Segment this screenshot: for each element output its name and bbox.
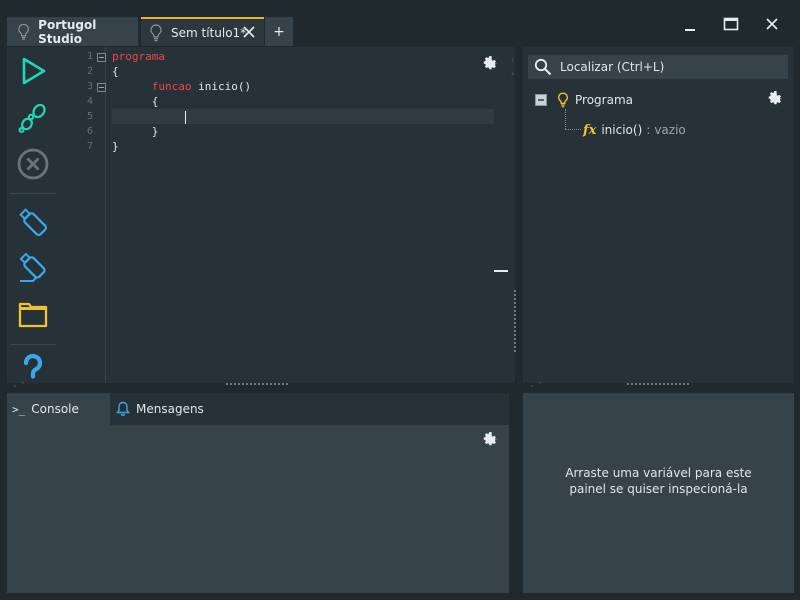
search-box[interactable]: Localizar (Ctrl+L) [528,55,788,79]
tab-home-label: Portugol Studio [38,17,97,46]
collapse-arrows-icon[interactable]: ⌄⌃ [529,381,545,389]
usb-drive-icon [19,208,48,237]
usb-drive-edit-icon [19,252,46,282]
horizontal-splitter[interactable] [627,383,689,385]
tab-file-label: Sem título1* [171,25,247,40]
code-line: } [112,124,494,139]
current-line [112,109,494,124]
footsteps-icon [18,103,46,133]
bell-icon [116,401,130,416]
inspector-hint: Arraste uma variável para este painel se… [523,465,794,497]
run-button[interactable] [15,53,51,89]
tree-item-inicio[interactable]: fx inicio() : vazio [583,121,686,139]
left-toolbar [7,47,59,383]
close-tab-icon[interactable] [242,25,256,39]
toolbar-divider [10,193,56,194]
folder-icon [18,302,48,328]
code-text: inicio() [191,80,252,93]
tab-console-label: Console [31,402,79,416]
function-icon: fx [583,122,597,138]
tree-connector [565,109,566,129]
code-line: funcao inicio() [112,79,494,94]
tab-sem-titulo[interactable]: Sem título1* [141,17,264,46]
horizontal-splitter[interactable] [226,383,288,385]
add-tab-button[interactable]: + [265,17,293,46]
code-text: { [151,95,159,108]
tree-child-label: inicio() [601,123,643,137]
variable-inspector[interactable]: Arraste uma variável para este painel se… [523,393,794,593]
tree-child-type: vazio [654,123,686,137]
code-line: { [112,94,494,109]
minimize-panel-icon[interactable] [494,270,508,272]
keyword: programa [112,50,165,63]
console-panel: >_ Console Mensagens [7,393,509,593]
play-icon [22,57,46,85]
fold-toggle[interactable] [97,53,106,62]
tab-mensagens[interactable]: Mensagens [115,393,204,425]
vertical-splitter[interactable] [514,290,516,352]
save-as-button[interactable] [15,250,51,286]
tree-connector [565,129,581,130]
inspector-hint-line: Arraste uma variável para este [565,466,752,480]
tree-item-programa[interactable]: Programa [535,91,633,109]
tab-console[interactable]: >_ Console [7,393,110,425]
add-tab-label: + [273,23,285,40]
tab-messages-label: Mensagens [136,402,204,416]
inspector-hint-line: painel se quiser inspecioná-la [569,482,748,496]
lightbulb-icon [150,23,162,41]
code-editor[interactable]: 1 2 3 4 5 6 7 programa { funcao inicio()… [59,47,515,383]
terminal-icon: >_ [12,402,26,416]
gear-icon[interactable] [481,54,499,72]
code-area[interactable]: programa { funcao inicio() { } } [112,49,494,154]
save-button[interactable] [15,204,51,240]
open-button[interactable] [15,297,51,333]
code-line: { [112,64,494,79]
gear-icon[interactable] [766,89,784,107]
stop-icon [17,148,49,180]
title-bar: Portugol Studio Sem título1* + [0,0,800,47]
search-icon [534,58,552,76]
collapse-arrows-icon[interactable]: ‹ › [511,53,514,81]
lightbulb-icon [558,92,568,108]
fold-toggle[interactable] [97,83,106,92]
text-caret [184,110,186,124]
code-line: } [112,139,494,154]
help-button[interactable] [15,351,51,383]
step-button[interactable] [15,100,51,136]
code-text: { [112,65,119,78]
maximize-icon[interactable] [721,14,741,34]
close-window-icon[interactable] [762,14,782,34]
code-text: } [112,140,119,153]
console-tabs: >_ Console Mensagens [7,393,509,425]
tree-root-label: Programa [575,93,633,107]
code-text: } [151,125,159,138]
code-line: programa [112,49,494,64]
lightbulb-icon [18,23,29,40]
tab-portugol-studio[interactable]: Portugol Studio [7,17,138,46]
stop-button[interactable] [15,146,51,182]
gear-icon[interactable] [481,430,499,448]
collapse-toggle-icon[interactable] [535,94,547,106]
minimize-icon[interactable] [680,14,700,34]
tree-child-separator: : [646,123,651,137]
search-placeholder: Localizar (Ctrl+L) [560,60,665,74]
toolbar-divider [10,344,56,345]
program-tree-panel: Localizar (Ctrl+L) Programa fx inicio() … [523,47,794,383]
collapse-arrows-icon[interactable]: ⌄⌃ [12,381,28,389]
help-icon [23,353,43,379]
keyword: funcao [151,80,192,93]
